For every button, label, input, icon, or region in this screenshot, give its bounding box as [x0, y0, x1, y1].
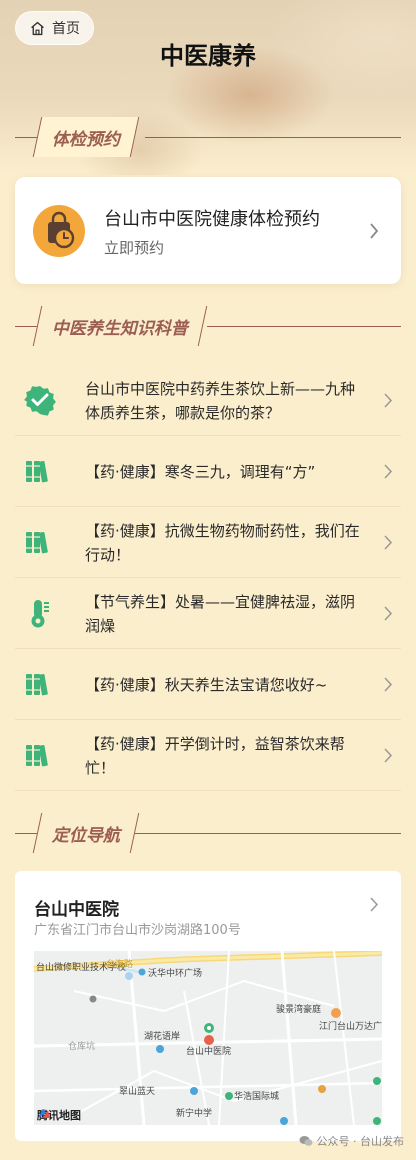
- chevron-right-icon: [370, 897, 379, 912]
- chevron-right-icon: [384, 677, 393, 692]
- list-item[interactable]: 【药·健康】秋天养生法宝请您收好~: [15, 649, 401, 720]
- home-label: 首页: [52, 21, 80, 37]
- chevron-right-icon: [384, 464, 393, 479]
- section-tag: 中医养生知识科普: [32, 306, 208, 346]
- watermark-text: 公众号 · 台山发布: [316, 1135, 405, 1148]
- map-label: 仓库坑: [68, 1042, 96, 1052]
- map-label: 新宁中学: [176, 1109, 213, 1119]
- list-item[interactable]: 【药·健康】寒冬三九，调理有“方”: [15, 436, 401, 507]
- booking-card[interactable]: 台山市中医院健康体检预约 立即预约: [15, 177, 401, 284]
- article-title: 【药·健康】秋天养生法宝请您收好~: [85, 676, 328, 694]
- map-label: 台海路: [106, 960, 134, 970]
- map-roads: [34, 951, 382, 1125]
- check-badge-icon: [24, 386, 56, 416]
- list-item[interactable]: 【节气养生】处暑——宜健脾祛湿，滋阴润燥: [15, 578, 401, 649]
- article-title: 【药·健康】抗微生物药物耐药性，我们在行动！: [85, 522, 360, 564]
- bag-clock-icon: [33, 205, 85, 257]
- chevron-right-icon: [384, 535, 393, 550]
- books-icon: [26, 460, 48, 483]
- map-label: 华浩国际城: [234, 1092, 280, 1102]
- section-tag: 定位导航: [32, 813, 140, 853]
- map-label: 骏景湾豪庭: [276, 1005, 322, 1015]
- map-view[interactable]: 台山微修职业技术学校 台海路 沃华中环广场 骏景湾豪庭 江门台山万达广场 湖花语…: [34, 951, 382, 1125]
- map-label: 湖花语岸: [144, 1032, 181, 1042]
- section-header-knowledge: 中医养生知识科普: [15, 304, 401, 348]
- location-card[interactable]: 台山中医院 广东省江门市台山市沙岗湖路100号 台山微修职业技术学校 台海路 沃…: [15, 871, 401, 1141]
- location-address: 广东省江门市台山市沙岗湖路100号: [34, 923, 241, 938]
- list-item[interactable]: 【药·健康】抗微生物药物耐药性，我们在行动！: [15, 507, 401, 578]
- section-header-location: 定位导航: [15, 811, 401, 855]
- location-name: 台山中医院: [34, 900, 119, 920]
- section-tag: 体检预约: [32, 117, 140, 157]
- article-title: 台山市中医院中药养生茶饮上新——九种体质养生茶，哪款是你的茶？: [85, 380, 356, 422]
- section-header-booking: 体检预约: [15, 115, 401, 159]
- list-item[interactable]: 台山市中医院中药养生茶饮上新——九种体质养生茶，哪款是你的茶？: [15, 365, 401, 436]
- map-brand: 腾讯地图: [37, 1107, 81, 1123]
- page-title: 中医康养: [160, 42, 256, 70]
- divider: [145, 137, 401, 138]
- chevron-right-icon: [384, 606, 393, 621]
- chevron-right-icon: [384, 393, 393, 408]
- books-icon: [26, 673, 48, 696]
- books-icon: [26, 531, 48, 554]
- booking-title: 台山市中医院健康体检预约: [104, 209, 320, 230]
- map-label: 沃华中环广场: [148, 969, 203, 979]
- article-title: 【节气养生】处暑——宜健脾祛湿，滋阴润燥: [85, 593, 356, 635]
- article-title: 【药·健康】开学倒计时，益智茶饮来帮忙！: [85, 735, 345, 777]
- home-icon: [31, 21, 44, 35]
- map-label: 翠山蓝天: [119, 1087, 156, 1097]
- section-title-location: 定位导航: [52, 825, 120, 846]
- article-list: 台山市中医院中药养生茶饮上新——九种体质养生茶，哪款是你的茶？ 【药·健康】寒冬…: [15, 365, 401, 791]
- map-label: 江门台山万达广场: [319, 1022, 382, 1032]
- map-label: 台山中医院: [186, 1047, 232, 1057]
- chevron-right-icon: [384, 748, 393, 763]
- thermometer-icon: [31, 600, 49, 628]
- list-item[interactable]: 【药·健康】开学倒计时，益智茶饮来帮忙！: [15, 720, 401, 791]
- booking-subtitle: 立即预约: [104, 239, 165, 257]
- books-icon: [26, 744, 48, 767]
- watermark: 公众号 · 台山发布: [299, 1133, 405, 1149]
- tencent-map-logo-icon: [38, 1109, 50, 1118]
- chevron-right-icon: [370, 223, 379, 239]
- section-title-booking: 体检预约: [52, 129, 120, 150]
- section-title-knowledge: 中医养生知识科普: [52, 318, 188, 339]
- article-title: 【药·健康】寒冬三九，调理有“方”: [85, 463, 316, 481]
- wechat-icon: [299, 1136, 312, 1146]
- divider: [135, 833, 401, 834]
- divider: [207, 326, 401, 327]
